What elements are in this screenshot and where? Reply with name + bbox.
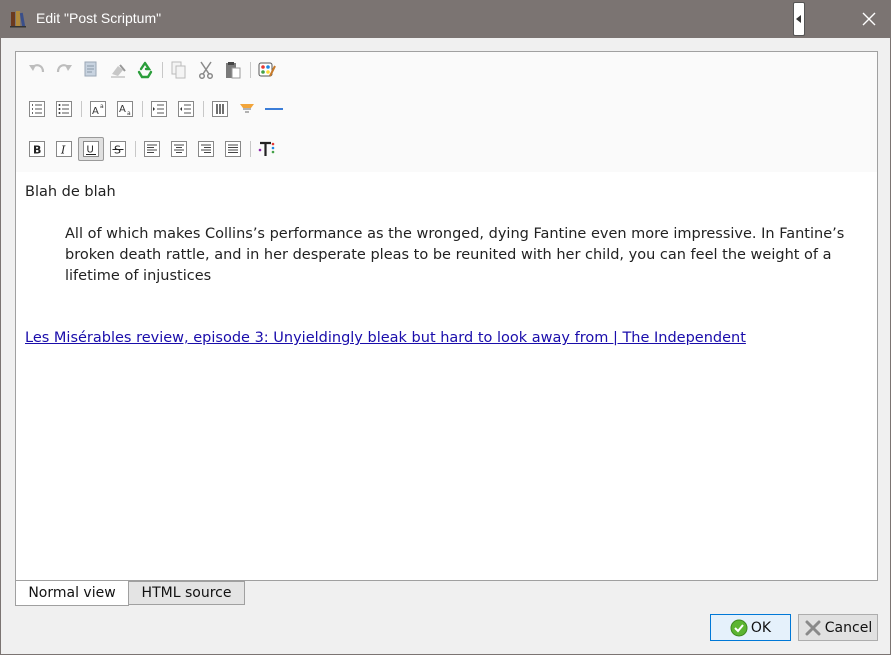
superscript-button[interactable]: Aa bbox=[85, 97, 111, 121]
window-title: Edit "Post Scriptum" bbox=[36, 10, 162, 26]
font-color-button[interactable] bbox=[254, 137, 280, 161]
recycle-icon bbox=[137, 61, 153, 79]
bold-button[interactable]: B bbox=[24, 137, 50, 161]
italic-icon: I bbox=[56, 141, 72, 157]
indent-icon bbox=[151, 101, 167, 117]
close-icon bbox=[862, 12, 876, 26]
toolbar-separator bbox=[142, 101, 143, 117]
toolbar-separator bbox=[81, 101, 82, 117]
cut-button[interactable] bbox=[193, 58, 219, 82]
font-color-icon bbox=[258, 141, 275, 156]
insert-table-icon bbox=[212, 101, 228, 117]
toolbar-separator bbox=[203, 101, 204, 117]
toolbar-separator bbox=[135, 141, 136, 157]
cancel-label: Cancel bbox=[824, 619, 873, 636]
align-right-button[interactable] bbox=[193, 137, 219, 161]
tab-normal-view[interactable]: Normal view bbox=[15, 581, 129, 606]
ok-button[interactable]: OK bbox=[710, 614, 791, 641]
color-palette-button[interactable] bbox=[254, 58, 280, 82]
toolbar-separator bbox=[250, 141, 251, 157]
toolbar-row-structure: Aa Aa bbox=[24, 96, 288, 122]
insert-image-icon bbox=[240, 104, 254, 113]
tab-html-source[interactable]: HTML source bbox=[129, 581, 245, 605]
paste-icon bbox=[226, 62, 241, 79]
subscript-icon: Aa bbox=[117, 101, 133, 117]
ordered-list-button[interactable] bbox=[24, 97, 50, 121]
collapse-panel-handle[interactable] bbox=[793, 2, 805, 36]
toolbar-separator bbox=[250, 62, 251, 78]
cut-icon bbox=[198, 61, 214, 79]
view-tabs: Normal view HTML source bbox=[15, 581, 245, 606]
horizontal-rule-icon bbox=[265, 108, 283, 110]
ok-label: OK bbox=[750, 619, 772, 636]
color-palette-icon bbox=[258, 62, 276, 77]
editor-content[interactable]: Blah de blah All of which makes Collins’… bbox=[25, 182, 870, 349]
bold-icon: B bbox=[29, 141, 45, 157]
ordered-list-icon bbox=[29, 101, 45, 117]
paste-button[interactable] bbox=[220, 58, 246, 82]
cancel-button[interactable]: Cancel bbox=[798, 614, 878, 641]
copy-button[interactable] bbox=[166, 58, 192, 82]
underline-icon: U bbox=[83, 141, 99, 157]
insert-table-button[interactable] bbox=[207, 97, 233, 121]
svg-text:A: A bbox=[119, 104, 126, 115]
indent-button[interactable] bbox=[146, 97, 172, 121]
svg-text:U: U bbox=[87, 145, 94, 156]
svg-text:A: A bbox=[92, 106, 99, 117]
select-all-button[interactable] bbox=[78, 58, 104, 82]
remove-format-icon bbox=[111, 64, 126, 78]
underline-button[interactable]: U bbox=[78, 137, 104, 161]
close-button[interactable] bbox=[852, 4, 886, 34]
unordered-list-button[interactable] bbox=[51, 97, 77, 121]
align-justify-icon bbox=[225, 141, 241, 157]
redo-icon bbox=[56, 64, 72, 73]
copy-icon bbox=[171, 61, 186, 79]
undo-icon bbox=[29, 64, 45, 73]
align-left-icon bbox=[144, 141, 160, 157]
svg-text:a: a bbox=[127, 110, 131, 117]
undo-button[interactable] bbox=[24, 58, 50, 82]
align-left-button[interactable] bbox=[139, 137, 165, 161]
insert-image-button[interactable] bbox=[234, 97, 260, 121]
select-all-icon bbox=[84, 61, 97, 77]
horizontal-rule-button[interactable] bbox=[261, 97, 287, 121]
outdent-button[interactable] bbox=[173, 97, 199, 121]
italic-button[interactable]: I bbox=[51, 137, 77, 161]
check-icon bbox=[730, 619, 748, 637]
subscript-button[interactable]: Aa bbox=[112, 97, 138, 121]
blockquote: All of which makes Collins’s performance… bbox=[65, 226, 845, 284]
title-bar: Edit "Post Scriptum" bbox=[0, 0, 891, 38]
editor-toolbar: Aa Aa B I U bbox=[16, 52, 877, 172]
superscript-icon: Aa bbox=[90, 101, 106, 117]
align-right-icon bbox=[198, 141, 214, 157]
svg-text:a: a bbox=[100, 103, 104, 110]
remove-format-button[interactable] bbox=[105, 58, 131, 82]
cancel-x-icon bbox=[804, 619, 822, 637]
svg-text:B: B bbox=[33, 144, 41, 157]
recycle-button[interactable] bbox=[132, 58, 158, 82]
paragraph: Blah de blah bbox=[25, 184, 116, 200]
svg-text:I: I bbox=[60, 144, 66, 157]
toolbar-separator bbox=[162, 62, 163, 78]
article-link[interactable]: Les Misérables review, episode 3: Unyiel… bbox=[25, 328, 746, 349]
align-center-icon bbox=[171, 141, 187, 157]
align-center-button[interactable] bbox=[166, 137, 192, 161]
outdent-icon bbox=[178, 101, 194, 117]
align-justify-button[interactable] bbox=[220, 137, 246, 161]
books-app-icon bbox=[10, 10, 30, 28]
redo-button[interactable] bbox=[51, 58, 77, 82]
toolbar-row-format: B I U S bbox=[24, 136, 281, 162]
editor-frame: Aa Aa B I U Blah de blah All of which ma… bbox=[15, 51, 878, 581]
unordered-list-icon bbox=[56, 101, 72, 117]
toolbar-row-edit bbox=[24, 57, 281, 83]
strikethrough-button[interactable]: S bbox=[105, 137, 131, 161]
edit-dialog: Aa Aa B I U Blah de blah All of which ma… bbox=[0, 38, 891, 655]
strikethrough-icon: S bbox=[110, 141, 126, 157]
